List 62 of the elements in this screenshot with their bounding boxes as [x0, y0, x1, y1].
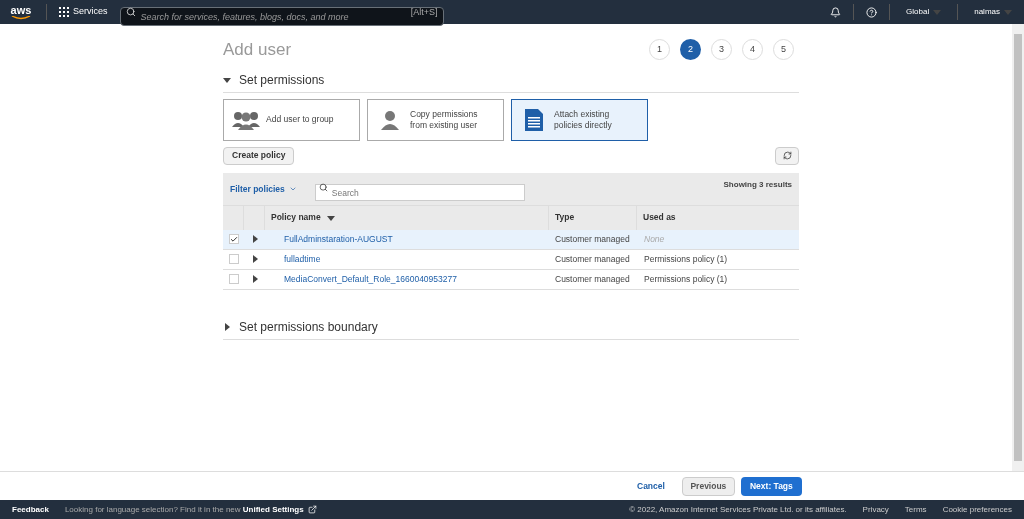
step-indicator: 4	[742, 39, 763, 60]
refresh-icon	[782, 151, 792, 160]
caret-icon	[933, 8, 942, 16]
filter-menu[interactable]: Filter policies	[230, 182, 297, 196]
column-header: Type	[549, 205, 637, 230]
section-title[interactable]: Set permissions boundary	[239, 317, 378, 336]
table-cell: Customer managed	[555, 233, 630, 244]
copyright-text: © 2022, Amazon Internet Services Private Ltd. or its affiliates.	[629, 503, 847, 516]
refresh-button[interactable]	[775, 146, 799, 165]
table-cell: None	[644, 233, 665, 244]
table-cell: Customer managed	[555, 253, 630, 264]
step-indicator: 2	[680, 39, 701, 60]
scrollbar[interactable]	[1012, 24, 1024, 471]
search-icon	[125, 7, 136, 17]
table-cell: Permissions policy (1)	[644, 273, 728, 284]
account-menu[interactable]: nalmas	[970, 6, 1016, 18]
services-button[interactable]: Services	[59, 5, 108, 19]
feedback-link[interactable]: Feedback	[12, 503, 49, 516]
option-card[interactable]: Add user to group	[223, 98, 360, 141]
external-link-icon[interactable]	[307, 505, 317, 514]
step-indicator: 1	[649, 39, 670, 60]
checkbox[interactable]	[228, 254, 239, 264]
checkbox[interactable]	[228, 234, 239, 244]
document-icon	[525, 108, 543, 131]
column-header[interactable]: Policy name	[265, 205, 549, 230]
footer-link[interactable]: Cookie preferences	[942, 503, 1012, 516]
footer-link[interactable]: Privacy	[862, 503, 889, 516]
table-row[interactable]: FullAdminstaration-AUGUST Customer managed None	[223, 229, 799, 250]
logo[interactable]: aws	[8, 4, 34, 20]
footer-note: Looking for language selection? Find it in the new Unified Settings	[64, 503, 304, 516]
policy-link[interactable]: fulladtime	[284, 253, 321, 264]
checkbox[interactable]	[228, 274, 239, 284]
create-policy-button[interactable]: Create policy	[223, 146, 295, 165]
table-cell: Customer managed	[555, 273, 630, 284]
caret-icon	[1004, 8, 1012, 16]
person-icon	[380, 109, 400, 130]
page-title: Add user	[223, 39, 292, 61]
step-indicator: 3	[711, 39, 732, 60]
cancel-button[interactable]: Cancel	[633, 479, 669, 493]
people-icon	[232, 109, 260, 130]
bell-icon[interactable]	[830, 6, 842, 18]
policy-link[interactable]: MediaConvert_Default_Role_1660040953277	[284, 273, 457, 284]
shortcut-hint: [Alt+S]	[410, 6, 438, 18]
section-title[interactable]: Set permissions	[239, 70, 325, 89]
region-menu[interactable]: Global	[902, 6, 946, 18]
footer-link[interactable]: Terms	[904, 503, 927, 516]
sort-icon	[326, 213, 335, 222]
search-icon	[318, 182, 328, 192]
grid-icon	[59, 7, 69, 17]
option-card[interactable]: Copy permissions from existing user	[367, 98, 504, 141]
policy-link[interactable]: FullAdminstaration-AUGUST	[284, 233, 393, 244]
previous-button[interactable]: Previous	[681, 476, 735, 496]
option-card[interactable]: Attach existing policies directly	[511, 98, 648, 141]
column-header: Used as	[642, 211, 677, 225]
step-indicator: 5	[773, 39, 794, 60]
expand-icon	[250, 275, 259, 283]
expand-icon	[250, 235, 259, 243]
expand-icon	[250, 255, 259, 263]
help-icon[interactable]	[866, 6, 878, 18]
results-count: Showing 3 results	[723, 178, 792, 191]
table-cell: Permissions policy (1)	[644, 253, 728, 264]
next-button[interactable]: Next: Tags	[740, 476, 802, 496]
